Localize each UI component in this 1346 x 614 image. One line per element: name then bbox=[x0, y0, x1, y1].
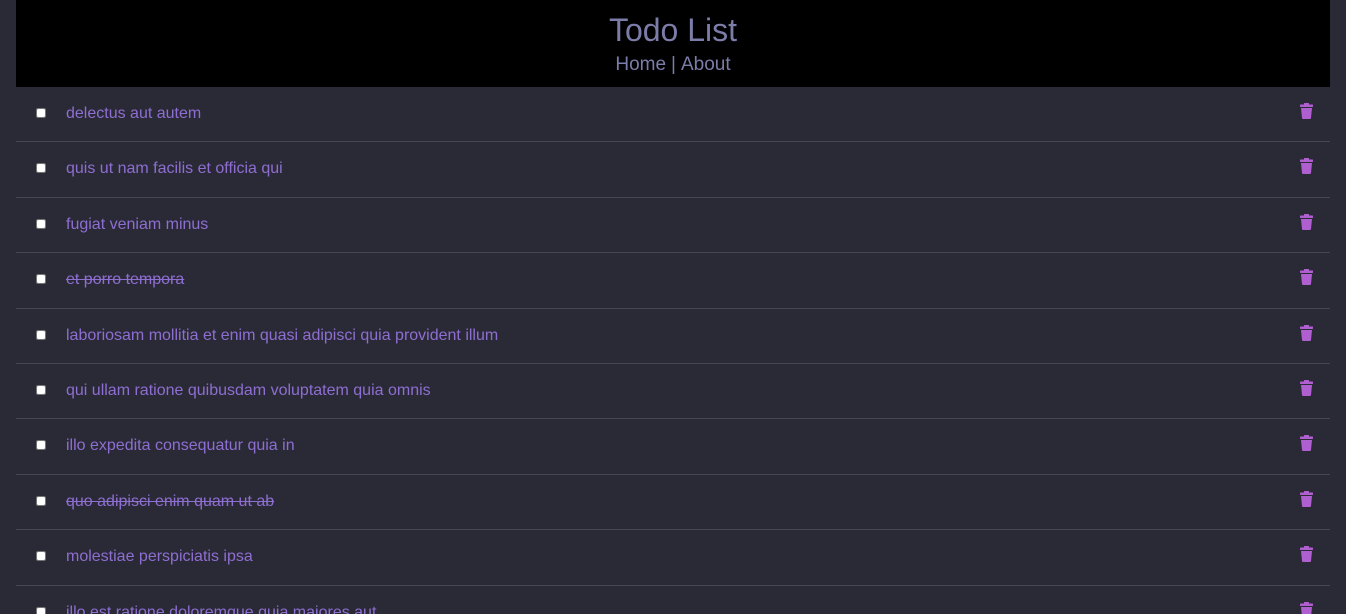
trash-icon[interactable] bbox=[1300, 103, 1313, 119]
todo-checkbox[interactable] bbox=[36, 163, 46, 174]
todo-label: illo expedita consequatur quia in bbox=[66, 437, 295, 455]
todo-item: illo expedita consequatur quia in bbox=[16, 419, 1330, 475]
todo-label: laboriosam mollitia et enim quasi adipis… bbox=[66, 326, 499, 344]
todo-label: illo est ratione doloremque quia maiores… bbox=[66, 603, 377, 614]
nav-separator: | bbox=[671, 54, 676, 75]
trash-icon[interactable] bbox=[1300, 601, 1313, 614]
todo-label: qui ullam ratione quibusdam voluptatem q… bbox=[66, 381, 431, 399]
nav-link-home[interactable]: Home bbox=[615, 54, 666, 75]
trash-icon[interactable] bbox=[1300, 490, 1313, 507]
trash-icon[interactable] bbox=[1300, 324, 1313, 341]
todo-item: quis ut nam facilis et officia qui bbox=[16, 142, 1330, 198]
todo-label: fugiat veniam minus bbox=[66, 215, 209, 233]
nav-bar: Home | About bbox=[16, 54, 1330, 76]
todo-item: qui ullam ratione quibusdam voluptatem q… bbox=[16, 364, 1330, 420]
trash-icon[interactable] bbox=[1300, 379, 1313, 396]
todo-label: et porro tempora bbox=[66, 271, 185, 289]
trash-icon[interactable] bbox=[1300, 158, 1313, 175]
todo-checkbox[interactable] bbox=[36, 551, 46, 562]
trash-icon[interactable] bbox=[1300, 546, 1313, 563]
todo-checkbox[interactable] bbox=[36, 384, 46, 395]
todo-item: quo adipisci enim quam ut ab bbox=[16, 475, 1330, 531]
todo-item: fugiat veniam minus bbox=[16, 198, 1330, 254]
todo-checkbox[interactable] bbox=[36, 274, 46, 285]
todo-checkbox[interactable] bbox=[36, 440, 46, 451]
todo-item: laboriosam mollitia et enim quasi adipis… bbox=[16, 309, 1330, 364]
todo-app: Todo List Home | About delectus aut autem q… bbox=[16, 0, 1330, 614]
todo-checkbox[interactable] bbox=[36, 108, 46, 118]
todo-checkbox[interactable] bbox=[36, 495, 46, 506]
todo-checkbox[interactable] bbox=[36, 329, 46, 340]
todo-checkbox[interactable] bbox=[36, 606, 46, 614]
todo-checkbox[interactable] bbox=[36, 218, 46, 229]
todo-label: delectus aut autem bbox=[66, 105, 202, 122]
trash-icon[interactable] bbox=[1300, 269, 1313, 286]
todo-item: molestiae perspiciatis ipsa bbox=[16, 530, 1330, 586]
todo-item: delectus aut autem bbox=[16, 87, 1330, 143]
trash-icon[interactable] bbox=[1300, 213, 1313, 230]
todo-list: delectus aut autem quis ut nam facilis et… bbox=[16, 87, 1330, 614]
header: Todo List Home | About bbox=[16, 0, 1330, 87]
todo-label: quo adipisci enim quam ut ab bbox=[66, 492, 275, 510]
todo-item: et porro tempora bbox=[16, 253, 1330, 309]
todo-label: quis ut nam facilis et officia qui bbox=[66, 160, 283, 178]
todo-item: illo est ratione doloremque quia maiores… bbox=[16, 586, 1330, 614]
todo-label: molestiae perspiciatis ipsa bbox=[66, 548, 253, 566]
page-title: Todo List bbox=[608, 12, 738, 48]
nav-link-about[interactable]: About bbox=[681, 54, 731, 75]
trash-icon[interactable] bbox=[1300, 435, 1313, 452]
